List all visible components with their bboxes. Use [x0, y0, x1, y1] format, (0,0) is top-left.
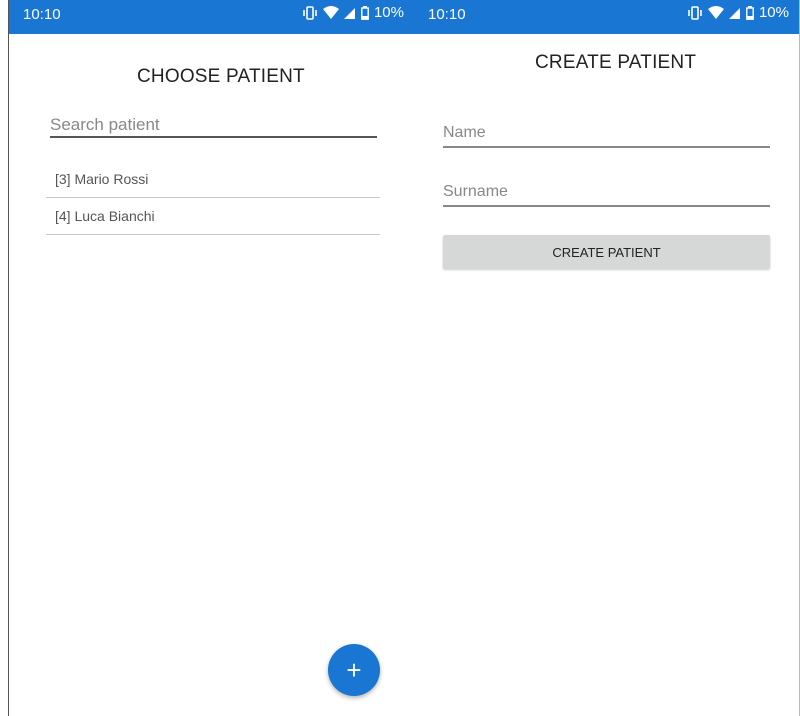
list-item[interactable]: [4] Luca Bianchi	[46, 198, 380, 235]
surname-input[interactable]	[443, 181, 770, 203]
status-icons: 10%	[687, 4, 789, 21]
page-title: CREATE PATIENT	[535, 52, 697, 73]
wifi-icon	[322, 5, 339, 20]
create-patient-screen: 10:10 10% CREATE PATIENT CREATE PATIENT	[414, 0, 799, 716]
name-input[interactable]	[443, 122, 770, 144]
create-patient-button[interactable]: CREATE PATIENT	[443, 235, 770, 269]
battery-percentage: 10%	[758, 4, 789, 21]
vibrate-icon	[687, 5, 703, 20]
vibrate-icon	[302, 5, 318, 20]
add-patient-button[interactable]: +	[328, 644, 380, 696]
page-title: CHOOSE PATIENT	[137, 66, 305, 87]
status-icons: 10%	[302, 4, 404, 21]
surname-field	[443, 181, 770, 207]
status-bar: 10:10 10%	[414, 0, 799, 34]
signal-icon	[343, 6, 356, 20]
name-field	[443, 122, 770, 148]
status-time: 10:10	[23, 6, 61, 23]
list-item[interactable]: [3] Mario Rossi	[46, 161, 380, 198]
search-input[interactable]	[50, 114, 377, 136]
signal-icon	[728, 6, 741, 20]
wifi-icon	[707, 5, 724, 20]
battery-icon	[746, 5, 754, 20]
patient-list: [3] Mario Rossi [4] Luca Bianchi	[46, 161, 380, 235]
plus-icon: +	[346, 654, 362, 685]
battery-percentage: 10%	[373, 4, 404, 21]
status-bar: 10:10 10%	[9, 0, 414, 34]
search-field	[50, 114, 377, 138]
battery-icon	[361, 5, 369, 20]
status-time: 10:10	[428, 6, 466, 23]
choose-patient-screen: 10:10 10% CHOOSE PATIENT [3] Mario Rossi…	[9, 0, 414, 716]
